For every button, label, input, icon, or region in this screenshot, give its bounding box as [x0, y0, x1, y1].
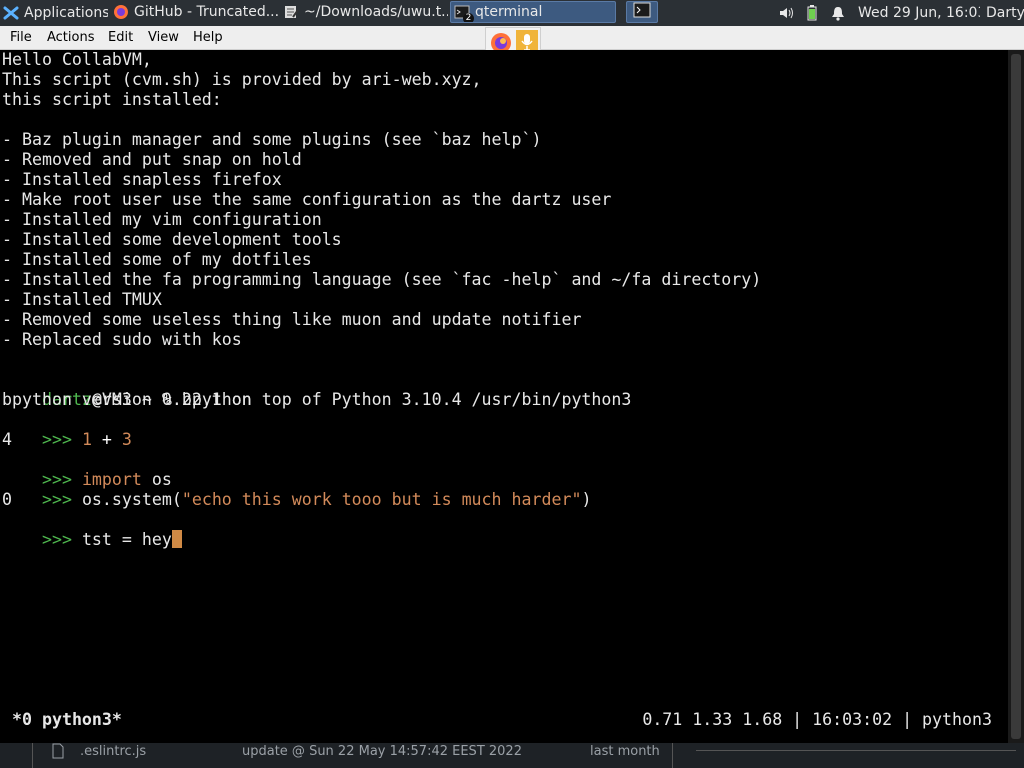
output-line: Hello CollabVM, — [2, 50, 152, 69]
menu-file[interactable]: File — [10, 30, 32, 45]
output-line: - Removed some useless thing like muon a… — [2, 310, 582, 329]
show-terminal-button[interactable] — [626, 1, 658, 23]
volume-icon[interactable] — [778, 5, 794, 21]
terminal-output[interactable]: Hello CollabVM, This script (cvm.sh) is … — [0, 50, 1008, 743]
task-github[interactable]: GitHub - Truncated... — [110, 1, 278, 23]
bpython-version-line: bpython version 0.22.1 on top of Python … — [2, 390, 632, 409]
task-editor[interactable]: ~/Downloads/uwu.t... — [280, 1, 448, 23]
output-line: This script (cvm.sh) is provided by ari-… — [2, 70, 482, 89]
repl-prompt: >>> — [41, 530, 82, 549]
notification-bell-icon[interactable] — [830, 5, 846, 21]
output-line: - Make root user use the same configurat… — [2, 190, 612, 209]
output-line: - Installed the fa programming language … — [2, 270, 762, 289]
repl-line: >>> import os — [2, 450, 172, 489]
output-line: - Installed snapless firefox — [2, 170, 282, 189]
task-qterminal[interactable]: 2 qterminal — [450, 1, 616, 23]
string-literal: "echo this work tooo but is much harder" — [181, 490, 582, 509]
terminal-icon: 2 — [454, 4, 474, 22]
number-literal: 3 — [121, 430, 132, 449]
output-line: - Removed and put snap on hold — [2, 150, 302, 169]
text-cursor — [171, 530, 182, 548]
repl-line: >>> os.system("echo this work tooo but i… — [2, 470, 592, 509]
output-line: - Replaced sudo with kos — [2, 330, 242, 349]
current-input[interactable]: tst = hey — [82, 530, 172, 549]
commit-message: update @ Sun 22 May 14:57:42 EEST 2022 — [242, 744, 522, 759]
applications-label: Applications — [24, 5, 108, 21]
battery-icon[interactable] — [804, 5, 820, 21]
commit-age: last month — [590, 744, 660, 759]
menu-help[interactable]: Help — [193, 30, 223, 45]
menu-actions[interactable]: Actions — [47, 30, 95, 45]
tmux-status-right: 0.71 1.33 1.68 | 16:03:02 | python3 — [642, 710, 992, 729]
firefox-icon — [113, 4, 129, 20]
divider — [32, 743, 33, 768]
repl-result: 4 — [2, 430, 12, 449]
user-name: Darty — [986, 5, 1024, 21]
function-call-close: ) — [581, 490, 592, 509]
repl-result: 0 — [2, 490, 12, 509]
repl-input-line[interactable]: >>> tst = hey — [2, 510, 182, 549]
number-literal: 1 — [81, 430, 92, 449]
repl-line: >>> 1 + 3 — [2, 410, 132, 449]
file-name[interactable]: .eslintrc.js — [80, 743, 146, 768]
scrollbar-thumb[interactable] — [1011, 54, 1021, 739]
output-line: - Installed some of my dotfiles — [2, 250, 312, 269]
repl-prompt: >>> — [41, 490, 82, 509]
underlying-window-strip: .eslintrc.js update @ Sun 22 May 14:57:4… — [0, 743, 1024, 768]
tmux-window-list[interactable]: *0 python3* — [12, 709, 122, 731]
shell-prompt-line: dartz@VM3 ~ % bpython — [2, 370, 252, 409]
output-line: - Installed TMUX — [2, 290, 162, 309]
menu-view[interactable]: View — [148, 30, 179, 45]
menu-edit[interactable]: Edit — [108, 30, 133, 45]
terminal-icon — [633, 2, 651, 22]
top-panel: Applications ⁝ GitHub - Truncated... ~/D… — [0, 0, 1024, 26]
divider — [672, 743, 673, 768]
applications-menu[interactable]: Applications ⁝ — [0, 0, 108, 26]
clock[interactable]: Wed 29 Jun, 16:03 — [858, 0, 980, 26]
window-count-badge: 2 — [463, 13, 474, 22]
text-editor-icon — [283, 4, 299, 20]
operator: + — [91, 430, 122, 449]
output-line: - Baz plugin manager and some plugins (s… — [2, 130, 542, 149]
file-icon — [52, 743, 64, 768]
clock-text: Wed 29 Jun, 16:03 — [858, 5, 980, 21]
user-menu[interactable]: Darty — [986, 0, 1024, 26]
output-line: - Installed my vim configuration — [2, 210, 322, 229]
divider — [696, 750, 1016, 751]
task-label: qterminal — [475, 4, 543, 20]
terminal-scrollbar[interactable] — [1008, 50, 1024, 743]
function-call: os.system( — [81, 490, 182, 509]
task-label: ~/Downloads/uwu.t... — [304, 4, 448, 20]
output-line: - Installed some development tools — [2, 230, 342, 249]
repl-prompt: >>> — [41, 430, 82, 449]
output-line: this script installed: — [2, 90, 222, 109]
xfce-logo-icon — [3, 5, 19, 21]
task-label: GitHub - Truncated... — [134, 4, 278, 20]
